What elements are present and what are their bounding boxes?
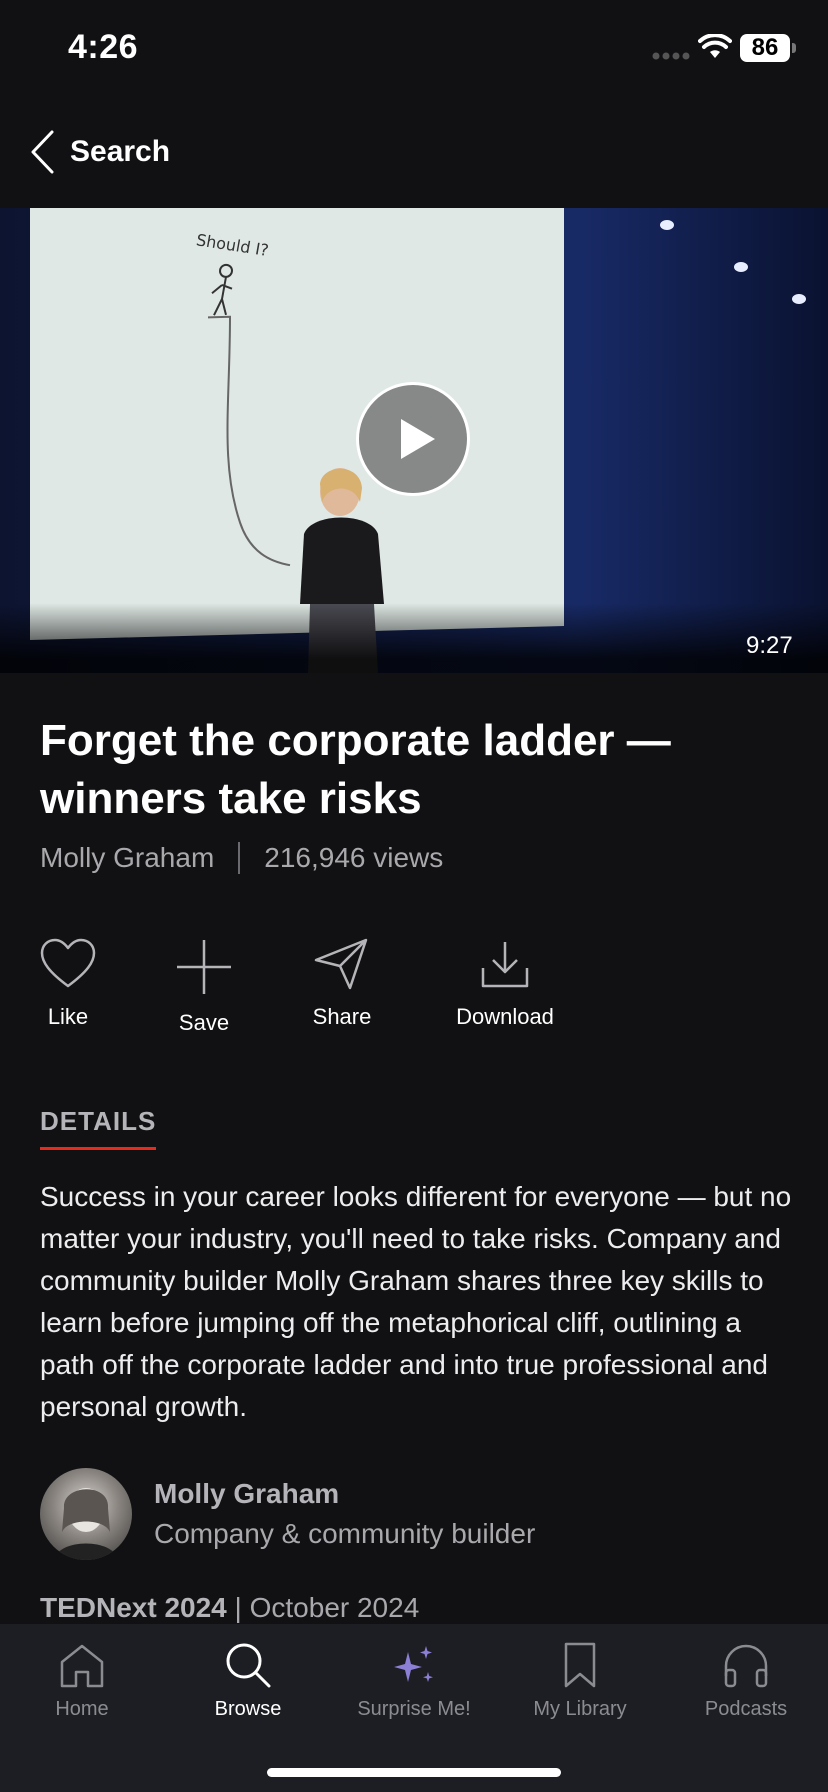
tab-surprise-me[interactable]: Surprise Me! <box>334 1642 494 1721</box>
speaker-card[interactable]: Molly Graham Company & community builder <box>40 1468 535 1560</box>
event-date: October 2024 <box>249 1592 420 1623</box>
paper-plane-icon <box>314 938 368 990</box>
home-indicator[interactable] <box>267 1768 561 1777</box>
stage-light <box>660 220 674 230</box>
speaker-name: Molly Graham <box>154 1478 340 1509</box>
tab-my-library-label: My Library <box>533 1698 627 1720</box>
download-button[interactable]: Download <box>445 938 565 1030</box>
share-button[interactable]: Share <box>282 938 402 1030</box>
tab-podcasts[interactable]: Podcasts <box>666 1642 826 1721</box>
tab-surprise-me-label: Surprise Me! <box>357 1698 471 1720</box>
play-icon <box>401 419 435 459</box>
talk-meta: Molly Graham 216,946 views <box>40 842 443 874</box>
audience-silhouette <box>0 603 828 673</box>
tab-my-library[interactable]: My Library <box>500 1642 660 1721</box>
status-time: 4:26 <box>68 28 139 66</box>
talk-views: 216,946 views <box>264 842 444 873</box>
back-button[interactable]: Search <box>30 128 170 176</box>
download-icon <box>481 942 529 988</box>
video-duration: 9:27 <box>746 632 793 659</box>
tab-home[interactable]: Home <box>2 1642 162 1721</box>
like-button[interactable]: Like <box>8 938 128 1030</box>
stage-light <box>792 294 806 304</box>
talk-title: Forget the corporate ladder — winners ta… <box>40 716 671 823</box>
battery-indicator: 86 <box>740 34 790 62</box>
share-label: Share <box>312 1004 372 1029</box>
headphones-icon <box>724 1644 768 1688</box>
save-label: Save <box>178 1010 230 1035</box>
save-button[interactable]: Save <box>144 938 264 1036</box>
signal-icon <box>652 52 690 60</box>
avatar <box>40 1468 132 1560</box>
talk-speaker[interactable]: Molly Graham <box>40 842 214 874</box>
back-label: Search <box>70 135 171 168</box>
talk-description: Success in your career looks different f… <box>40 1181 792 1422</box>
bottom-tab-bar: Home Browse Surprise Me! My Library Podc… <box>0 1624 828 1792</box>
battery-tip <box>792 43 796 53</box>
chevron-left-icon <box>31 130 54 174</box>
play-button[interactable] <box>356 382 470 496</box>
tab-home-label: Home <box>55 1698 109 1720</box>
search-icon <box>226 1643 271 1688</box>
meta-divider <box>238 842 241 874</box>
home-icon <box>60 1644 104 1688</box>
tab-podcasts-label: Podcasts <box>704 1698 788 1720</box>
slide-text: Should I? <box>195 230 270 260</box>
wifi-icon <box>698 34 732 58</box>
plus-icon <box>177 940 231 994</box>
tab-browse-label: Browse <box>214 1698 282 1720</box>
download-label: Download <box>456 1004 554 1029</box>
tab-browse[interactable]: Browse <box>168 1642 328 1721</box>
status-bar: 4:26 86 <box>0 0 828 100</box>
event-name[interactable]: TEDNext 2024 <box>40 1592 227 1623</box>
event-info: TEDNext 2024 | October 2024 <box>40 1592 419 1624</box>
event-separator: | <box>226 1592 250 1623</box>
like-label: Like <box>47 1004 89 1029</box>
bookmark-icon <box>564 1642 596 1688</box>
speaker-role: Company & community builder <box>154 1518 536 1549</box>
stage-light <box>734 262 748 272</box>
speaker-portrait <box>54 1488 118 1560</box>
sparkles-icon <box>394 1646 433 1682</box>
tab-details[interactable]: DETAILS <box>40 1106 157 1150</box>
heart-icon <box>40 938 96 988</box>
